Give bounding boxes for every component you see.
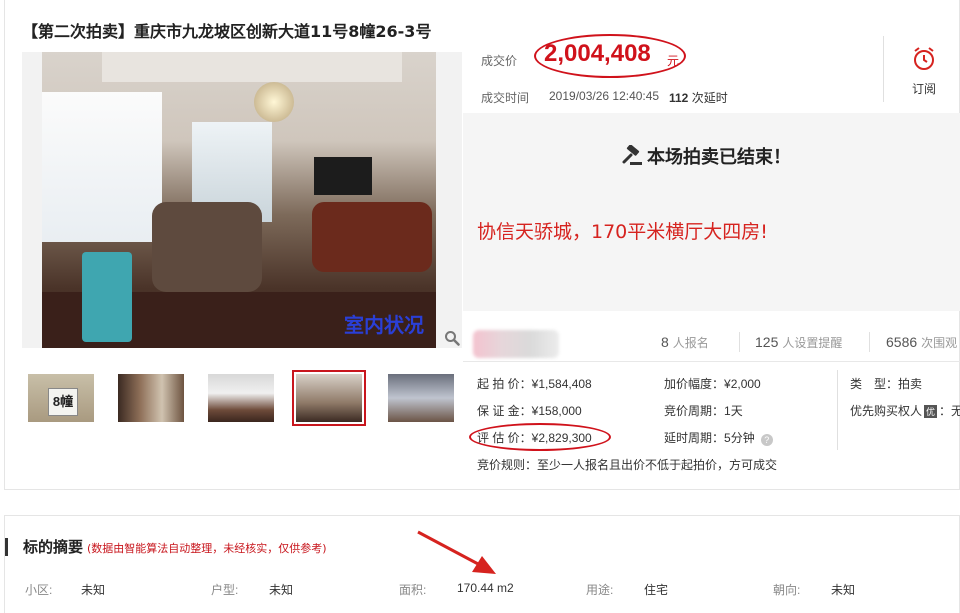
summary-note: (数据由智能算法自动整理，未经核实，仅供参考) bbox=[87, 542, 327, 555]
summary-item-usage: 用途: 住宅 bbox=[586, 583, 669, 597]
start-price-row: 起 拍 价：¥1,584,408 bbox=[477, 377, 592, 391]
deal-time-label: 成交时间 bbox=[481, 91, 530, 105]
auction-info: 起 拍 价：¥1,584,408 保 证 金：¥158,000 评 估 价：¥2… bbox=[463, 370, 960, 480]
stats-bar: 8 人报名 125 人设置提醒 6586 次围观 bbox=[463, 322, 960, 362]
summary-item-community: 小区: 未知 bbox=[25, 583, 106, 597]
alarm-clock-icon bbox=[914, 47, 934, 70]
photo-caption: 室内状况 bbox=[344, 313, 424, 337]
summary-item-orientation: 朝向: 未知 bbox=[773, 583, 856, 597]
priority-row: 优先购买权人优：无 bbox=[850, 404, 960, 418]
thumbnail-4-selected[interactable] bbox=[292, 370, 366, 426]
help-icon[interactable]: ? bbox=[760, 434, 773, 446]
page-title: 【第二次拍卖】重庆市九龙坡区创新大道11号8幢26-3号 bbox=[22, 22, 432, 41]
slogan-text: 协信天骄城，170平米横厅大四房! bbox=[477, 221, 768, 243]
summary-title: 标的摘要 bbox=[23, 538, 84, 556]
deposit-row: 保 证 金：¥158,000 bbox=[477, 404, 582, 418]
thumbnail-2[interactable] bbox=[114, 370, 188, 426]
deal-time-value: 2019/03/26 12:40:45 bbox=[549, 89, 660, 103]
thumbnail-label: 8幢 bbox=[48, 388, 78, 416]
subscribe-button[interactable]: 订阅 bbox=[898, 46, 950, 97]
divider bbox=[883, 36, 884, 102]
thumbnail-3[interactable] bbox=[204, 370, 278, 426]
deal-price-section: 成交价 2,004,408 元 成交时间 2019/03/26 12:40:45… bbox=[462, 30, 882, 110]
reminder-stat: 125 人设置提醒 bbox=[755, 334, 843, 350]
gavel-icon bbox=[622, 145, 642, 165]
deal-price-label: 成交价 bbox=[481, 54, 518, 68]
zoom-icon[interactable] bbox=[444, 330, 460, 346]
priority-badge: 优 bbox=[924, 405, 938, 418]
signup-stat: 8 人报名 bbox=[661, 334, 709, 350]
delay-cycle-row: 延时周期：5分钟? bbox=[664, 429, 773, 446]
delay-count: 112 次延时 bbox=[669, 91, 728, 105]
type-row: 类 型：拍卖 bbox=[850, 377, 923, 391]
subscribe-label: 订阅 bbox=[911, 82, 936, 96]
summary-items: 小区: 未知 户型: 未知 面积: 170.44 m2 用途: 住宅 朝向: 未知 bbox=[5, 578, 960, 598]
deal-price-unit: 元 bbox=[667, 54, 680, 68]
thumbnail-strip: 8幢 bbox=[24, 370, 460, 426]
main-photo[interactable]: 室内状况 bbox=[22, 52, 462, 348]
summary-item-layout: 户型: 未知 bbox=[211, 583, 294, 597]
summary-card: 标的摘要 (数据由智能算法自动整理，未经核实，仅供参考) 小区: 未知 户型: 未知… bbox=[4, 515, 960, 613]
auction-ended-text: 本场拍卖已结束！ bbox=[647, 147, 791, 168]
bid-rule-row: 竞价规则：至少一人报名且出价不低于起拍价，方可成交 bbox=[477, 458, 778, 472]
auction-ended-title: 本场拍卖已结束！ bbox=[621, 143, 791, 169]
photo-image: 室内状况 bbox=[42, 52, 436, 348]
thumbnail-1[interactable]: 8幢 bbox=[24, 370, 98, 426]
thumbnail-5[interactable] bbox=[384, 370, 458, 426]
increment-row: 加价幅度：¥2,000 bbox=[664, 377, 761, 391]
summary-header: 标的摘要 (数据由智能算法自动整理，未经核实，仅供参考) bbox=[23, 536, 327, 557]
deal-price-value: 2,004,408 bbox=[544, 40, 651, 67]
bid-cycle-row: 竞价周期：1天 bbox=[664, 404, 743, 418]
views-stat: 6586 次围观 bbox=[886, 334, 958, 350]
estimate-row: 评 估 价：¥2,829,300 bbox=[477, 431, 592, 445]
summary-item-area: 面积: 170.44 m2 bbox=[399, 581, 514, 597]
auction-status-panel: 本场拍卖已结束！ 协信天骄城，170平米横厅大四房! bbox=[463, 113, 960, 311]
avatar bbox=[473, 330, 559, 358]
